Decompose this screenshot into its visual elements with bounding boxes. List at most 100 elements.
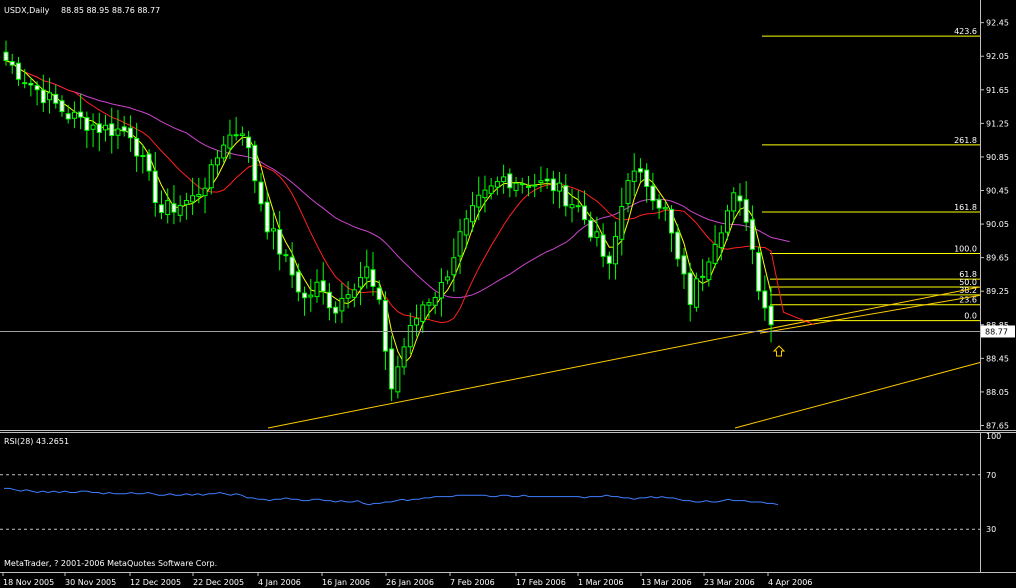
candle-body [613,235,619,265]
candle-body [221,144,227,159]
candle-body [544,178,550,182]
candle-body [669,208,675,234]
candle-body [631,170,637,182]
candle-body [693,278,699,308]
candle-body [308,294,314,298]
trendlines [267,286,981,429]
lower-trendline [734,362,981,429]
candle-body [146,153,152,172]
symbol-label: USDX,Daily [4,6,50,15]
usdx-daily-chart[interactable]: USDX,Daily 88.85 88.95 88.76 88.77 92.45… [0,0,1016,588]
candle-body [681,255,687,275]
candle-body [15,62,21,80]
candle-body [196,194,202,197]
candle-body [40,89,46,104]
price-ticks: 92.45 92.05 91.65 91.25 90.85 90.45 90.05 89.65… [980,19,1009,430]
candle-body [90,124,96,130]
copyright: MetaTrader, ? 2001-2006 MetaQuotes Softw… [4,559,217,568]
upper-trendline [759,294,981,334]
candle-body [264,201,270,233]
rsi-panel[interactable]: RSI(28) 43.2651 100 70 30 MetaTrader, ? 20… [0,432,1016,573]
candle-body [34,85,40,91]
candle-body [662,207,668,210]
candle-body [650,185,656,202]
rsi-tick-label: 100 [986,432,1001,441]
candle-body [581,205,587,221]
candle-body [463,218,469,236]
candle-body [656,199,662,209]
candle-body [103,124,109,131]
candle-body [96,123,102,133]
price-tick-label: 87.65 [986,421,1009,430]
time-axis-label: 7 Feb 2006 [450,578,495,587]
candlesticks [3,40,774,402]
candle-body [277,229,283,255]
time-axis-label: 17 Feb 2006 [516,578,566,587]
candle-body [289,256,295,276]
candle-body [756,252,762,292]
candle-body [314,281,320,298]
candle-body [115,128,121,136]
candle-body [47,92,53,101]
fib-level-label: 261.8 [954,136,977,145]
candle-body [725,210,731,233]
candle-body [414,318,420,326]
candle-body [382,300,388,352]
candle-body [171,203,177,213]
candle-body [451,257,457,276]
time-axis-label: 22 Dec 2005 [193,578,244,587]
price-tick-label: 91.25 [986,119,1009,128]
candle-body [376,287,382,301]
rsi-tick-label: 30 [986,525,996,534]
candle-body [326,291,332,309]
time-axis-label: 18 Nov 2005 [3,578,54,587]
candle-body [718,232,724,249]
candle-body [519,183,525,186]
candle-body [22,82,28,85]
time-axis-label: 4 Jan 2006 [258,578,301,587]
candle-body [749,219,755,250]
price-tick-label: 89.25 [986,287,1009,296]
time-axis-label: 23 Mar 2006 [704,578,755,587]
time-axis-label: 13 Mar 2006 [641,578,692,587]
candle-body [159,204,164,214]
candle-body [358,276,364,288]
candle-body [743,199,749,223]
candle-body [594,231,600,239]
price-tick-label: 90.05 [986,220,1009,229]
rsi-tick-label: 70 [986,471,996,480]
candle-body [445,276,451,281]
price-tick-label: 92.05 [986,52,1009,61]
candle-body [302,292,308,299]
candle-body [482,189,488,199]
candle-body [283,254,289,257]
candle-body [712,243,718,264]
current-price-marker: 88.77 [0,325,1015,338]
candle-body [575,205,581,208]
time-axis-label: 1 Mar 2006 [578,578,624,587]
candle-body [644,169,650,187]
rsi-levels [0,474,980,530]
candle-body [476,194,482,208]
time-axis-label: 26 Jan 2006 [386,578,434,587]
candle-body [706,261,712,281]
fib-level-label: 100.0 [954,244,977,253]
candle-body [202,187,208,197]
candle-body [3,51,9,62]
candle-body [768,305,774,326]
candle-body [420,304,426,322]
candle-body [121,126,127,132]
candle-body [438,282,444,299]
price-tick-label: 92.45 [986,19,1009,28]
candle-body [53,93,59,104]
time-axis-label: 16 Jan 2006 [322,578,370,587]
candle-body [532,184,538,187]
candle-body [557,182,563,192]
rsi-line [4,487,779,506]
candle-body [737,195,743,202]
candle-body [84,117,90,131]
candle-body [165,200,171,216]
fib-level-label: 0.0 [964,312,977,321]
price-panel[interactable]: USDX,Daily 88.85 88.95 88.76 88.77 92.45… [0,0,1016,431]
price-tick-label: 89.65 [986,254,1009,263]
